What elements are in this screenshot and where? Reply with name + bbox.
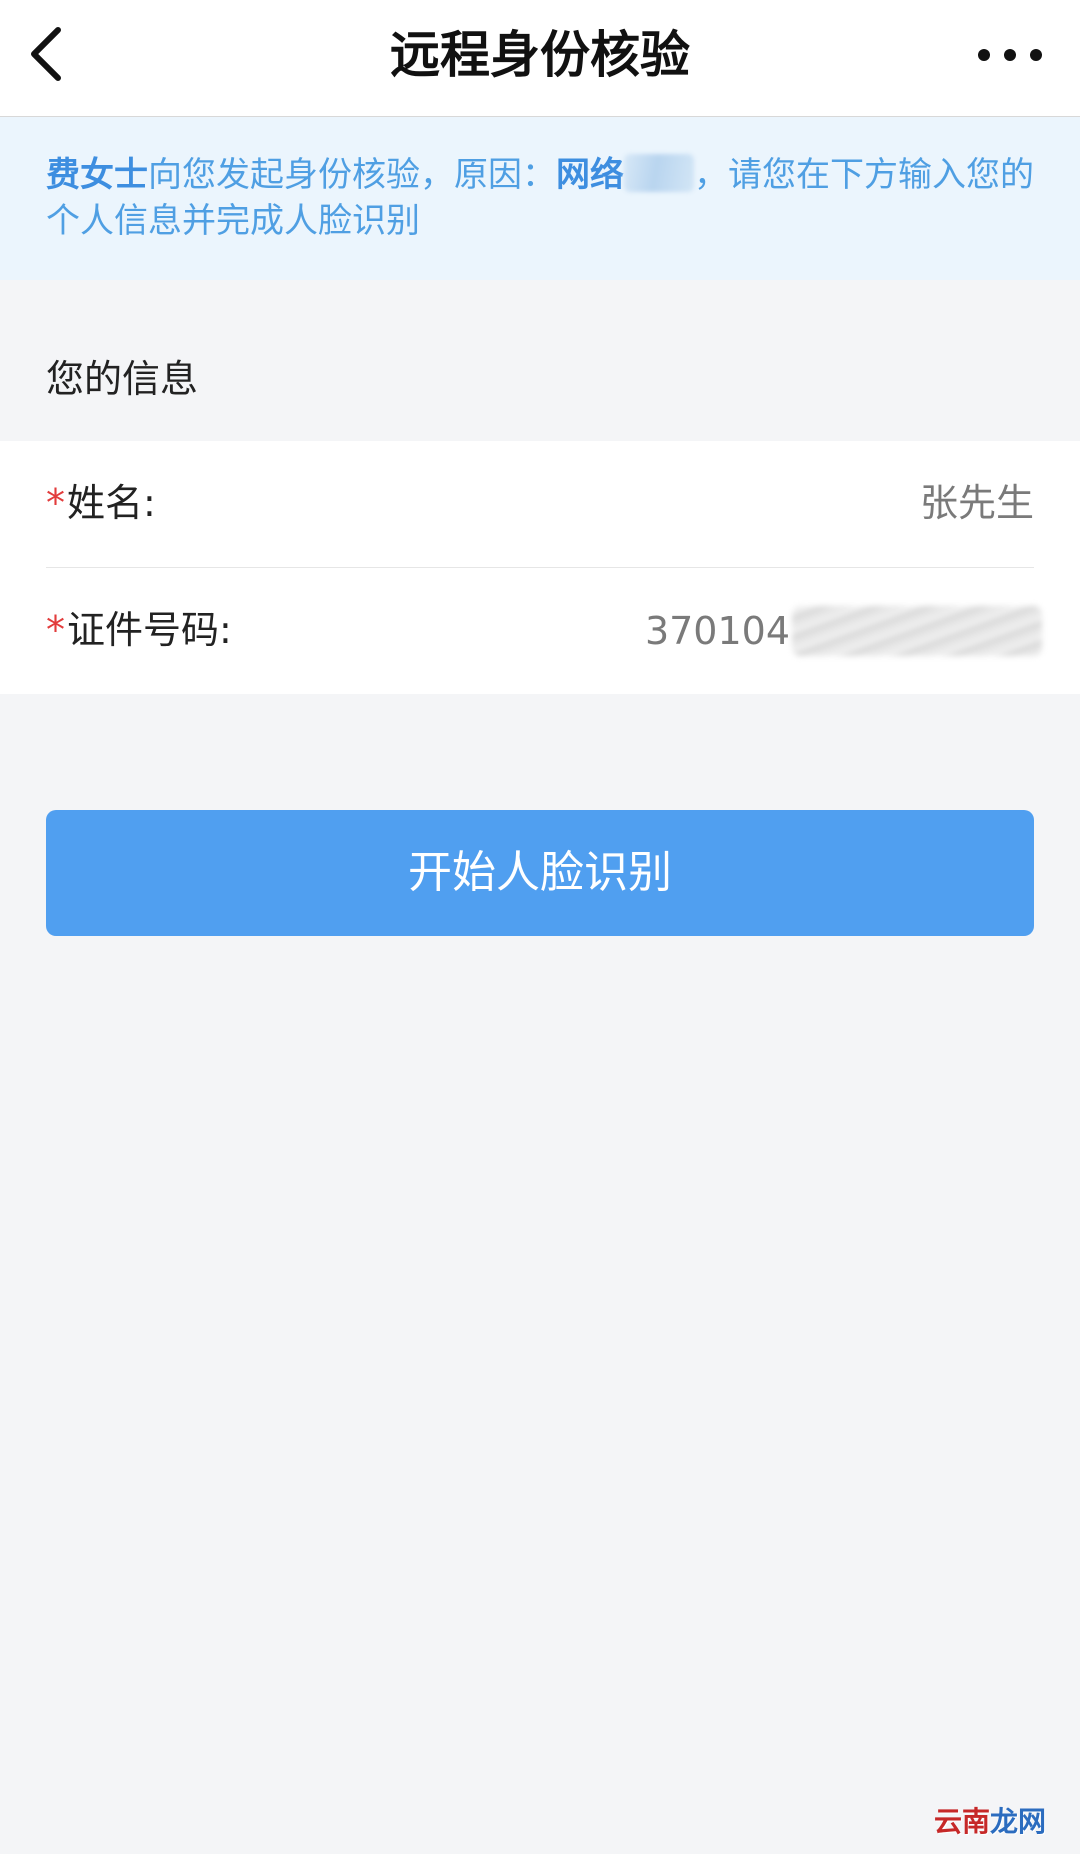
verification-notice: 费女士向您发起身份核验，原因：网络 ，请您在下方输入您的个人信息并完成人脸识别 bbox=[0, 117, 1080, 280]
redacted-reason bbox=[624, 154, 694, 192]
requester-name: 费女士 bbox=[46, 155, 148, 195]
section-title: 您的信息 bbox=[46, 357, 199, 401]
watermark-part-1: 云南 bbox=[933, 1805, 990, 1838]
required-mark: * bbox=[46, 481, 65, 525]
id-number-row: *证件号码: 370104 bbox=[46, 568, 1042, 694]
more-dots-icon bbox=[978, 49, 1042, 61]
name-label: *姓名: bbox=[46, 478, 156, 528]
more-options-button[interactable] bbox=[970, 30, 1050, 80]
info-form: *姓名: 张先生 *证件号码: 370104 bbox=[0, 441, 1080, 694]
name-field[interactable]: 张先生 bbox=[920, 478, 1034, 528]
page-title: 远程身份核验 bbox=[390, 26, 690, 84]
watermark-part-2: 龙网 bbox=[989, 1805, 1046, 1838]
reason-text: 网络 bbox=[556, 155, 624, 195]
notice-text-1: 向您发起身份核验，原因： bbox=[148, 155, 556, 195]
top-navigation-bar: 远程身份核验 bbox=[0, 0, 1080, 117]
start-face-recognition-button[interactable]: 开始人脸识别 bbox=[46, 810, 1034, 936]
id-number-label-text: 证件号码: bbox=[67, 608, 232, 652]
id-number-value: 370104 bbox=[644, 609, 790, 653]
required-mark: * bbox=[46, 608, 65, 652]
id-number-label: *证件号码: bbox=[46, 605, 232, 655]
name-label-text: 姓名: bbox=[67, 481, 156, 525]
name-row: *姓名: 张先生 bbox=[46, 441, 1034, 568]
redacted-id-number bbox=[792, 606, 1042, 656]
watermark-logo: 云南龙网 bbox=[934, 1804, 1046, 1840]
id-number-field[interactable]: 370104 bbox=[645, 603, 1042, 659]
